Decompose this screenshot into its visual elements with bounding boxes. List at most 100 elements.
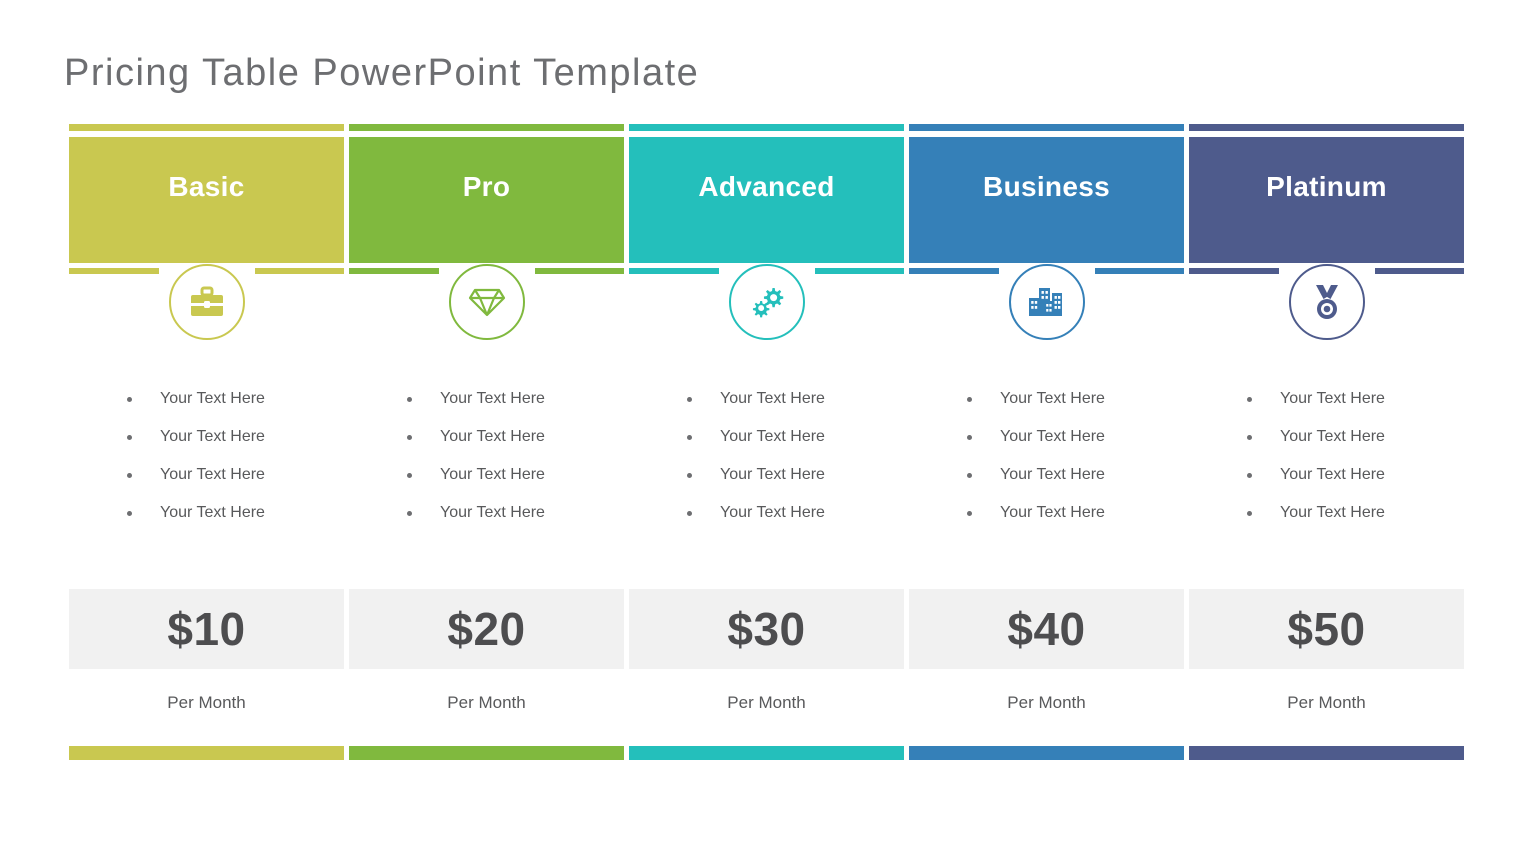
price-value: $50: [1287, 603, 1366, 655]
plan-icon-circle: [728, 264, 805, 340]
pricing-column-basic[interactable]: Basic Your Text Here Your Text Here Your…: [69, 124, 344, 760]
pricing-column-pro[interactable]: Pro Your Text Here Your Text Here Your T…: [349, 124, 624, 760]
bullet-icon: [967, 396, 972, 402]
bottom-action-bar[interactable]: [349, 746, 624, 760]
price-box: $40: [909, 589, 1184, 669]
bullet-icon: [127, 472, 132, 478]
bullet-icon: [407, 510, 412, 516]
price-period: Per Month: [167, 693, 246, 712]
plan-icon-circle: [448, 264, 525, 340]
list-item: Your Text Here: [687, 494, 904, 532]
pricing-columns: Basic Your Text Here Your Text Here Your…: [69, 124, 1465, 760]
price-value: $30: [727, 603, 806, 655]
list-item: Your Text Here: [687, 456, 904, 494]
list-item: Your Text Here: [1247, 380, 1464, 418]
bullet-icon: [687, 396, 692, 402]
pricing-column-advanced[interactable]: Advanced Your Text Here Your Text Here Y…: [629, 124, 904, 760]
list-item: Your Text Here: [967, 494, 1184, 532]
list-item: Your Text Here: [687, 418, 904, 456]
bullet-icon: [967, 472, 972, 478]
feature-list: Your Text Here Your Text Here Your Text …: [1189, 380, 1464, 532]
plan-header: Basic: [69, 137, 344, 263]
feature-label: Your Text Here: [1000, 466, 1105, 483]
plan-icon-circle: [1288, 264, 1365, 340]
feature-label: Your Text Here: [1280, 504, 1385, 521]
list-item: Your Text Here: [407, 380, 624, 418]
plan-name: Advanced: [698, 171, 835, 202]
list-item: Your Text Here: [407, 418, 624, 456]
gears-icon: [748, 284, 786, 320]
bullet-icon: [687, 510, 692, 516]
bullet-icon: [1247, 510, 1252, 516]
bullet-icon: [687, 472, 692, 478]
feature-label: Your Text Here: [160, 390, 265, 407]
list-item: Your Text Here: [687, 380, 904, 418]
bullet-icon: [967, 434, 972, 440]
bullet-icon: [407, 434, 412, 440]
list-item: Your Text Here: [1247, 494, 1464, 532]
pricing-column-business[interactable]: Business Your Text Here Your Text Here Y…: [909, 124, 1184, 760]
buildings-icon: [1027, 285, 1067, 319]
bullet-icon: [687, 434, 692, 440]
feature-label: Your Text Here: [720, 428, 825, 445]
feature-label: Your Text Here: [720, 504, 825, 521]
bullet-icon: [407, 396, 412, 402]
price-value: $40: [1007, 603, 1086, 655]
list-item: Your Text Here: [1247, 456, 1464, 494]
feature-label: Your Text Here: [160, 504, 265, 521]
bottom-action-bar[interactable]: [909, 746, 1184, 760]
plan-name: Platinum: [1266, 171, 1387, 202]
bottom-action-bar[interactable]: [1189, 746, 1464, 760]
feature-list: Your Text Here Your Text Here Your Text …: [629, 380, 904, 532]
price-box: $50: [1189, 589, 1464, 669]
pricing-column-platinum[interactable]: Platinum Your Text Here Your Text Here Y…: [1189, 124, 1464, 760]
feature-label: Your Text Here: [720, 390, 825, 407]
accent-bar-top: [1189, 124, 1464, 131]
price-value: $10: [167, 603, 246, 655]
price-period: Per Month: [727, 693, 806, 712]
feature-label: Your Text Here: [440, 466, 545, 483]
plan-name: Basic: [168, 171, 245, 202]
feature-list: Your Text Here Your Text Here Your Text …: [909, 380, 1184, 532]
bottom-action-bar[interactable]: [69, 746, 344, 760]
plan-header: Business: [909, 137, 1184, 263]
feature-label: Your Text Here: [1280, 428, 1385, 445]
price-value: $20: [447, 603, 526, 655]
accent-bar-top: [349, 124, 624, 131]
diamond-icon: [468, 286, 506, 318]
feature-label: Your Text Here: [1280, 390, 1385, 407]
price-box: $30: [629, 589, 904, 669]
page-title: Pricing Table PowerPoint Template: [64, 52, 700, 94]
plan-name: Business: [983, 171, 1110, 202]
bullet-icon: [1247, 472, 1252, 478]
price-box: $10: [69, 589, 344, 669]
feature-label: Your Text Here: [720, 466, 825, 483]
feature-label: Your Text Here: [440, 428, 545, 445]
price-period: Per Month: [1007, 693, 1086, 712]
list-item: Your Text Here: [1247, 418, 1464, 456]
bullet-icon: [1247, 434, 1252, 440]
plan-icon-circle: [168, 264, 245, 340]
accent-bar-top: [629, 124, 904, 131]
bullet-icon: [967, 510, 972, 516]
bullet-icon: [127, 396, 132, 402]
medal-icon: [1311, 283, 1343, 321]
bullet-icon: [127, 434, 132, 440]
feature-label: Your Text Here: [440, 390, 545, 407]
bullet-icon: [407, 472, 412, 478]
feature-label: Your Text Here: [1000, 504, 1105, 521]
price-period: Per Month: [447, 693, 526, 712]
list-item: Your Text Here: [127, 456, 344, 494]
feature-label: Your Text Here: [1000, 390, 1105, 407]
plan-icon-circle: [1008, 264, 1085, 340]
price-period: Per Month: [1287, 693, 1366, 712]
plan-name: Pro: [462, 171, 511, 202]
pricing-table-slide: Pricing Table PowerPoint Template Basic: [0, 0, 1536, 864]
price-box: $20: [349, 589, 624, 669]
list-item: Your Text Here: [967, 456, 1184, 494]
feature-label: Your Text Here: [160, 428, 265, 445]
feature-label: Your Text Here: [440, 504, 545, 521]
bottom-action-bar[interactable]: [629, 746, 904, 760]
feature-label: Your Text Here: [1000, 428, 1105, 445]
list-item: Your Text Here: [127, 418, 344, 456]
